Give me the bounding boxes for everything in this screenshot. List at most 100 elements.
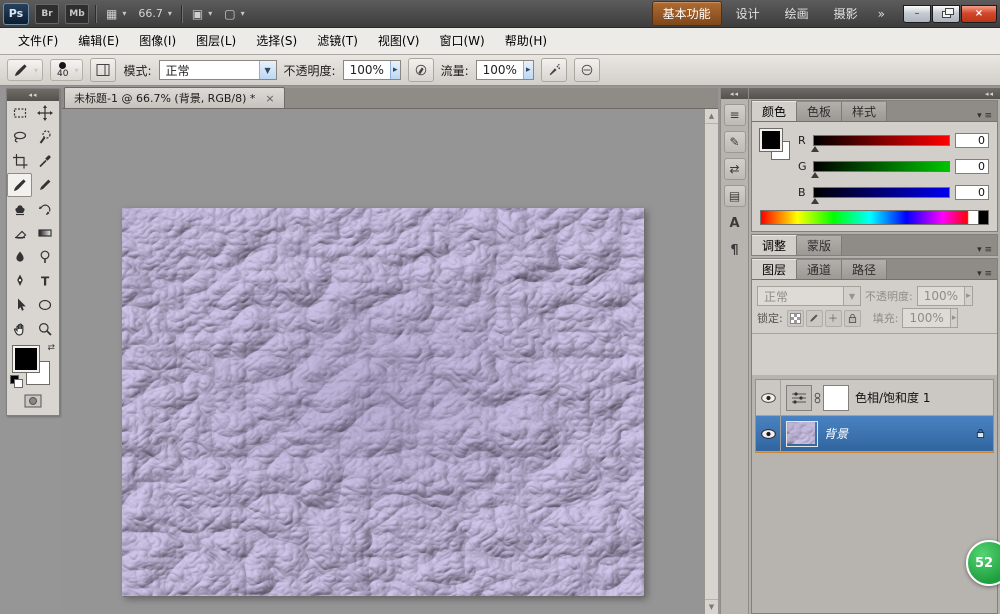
brush-preset-picker[interactable]: 40 — [50, 59, 83, 81]
adjustment-layer-thumbnail[interactable] — [786, 385, 812, 411]
clone-stamp-tool[interactable] — [7, 197, 32, 221]
layer-opacity-input[interactable]: 100% ▸ — [917, 286, 973, 306]
type-tool[interactable]: T — [32, 269, 57, 293]
panel-menu-icon[interactable] — [972, 111, 997, 121]
ellipse-shape-tool[interactable] — [32, 293, 57, 317]
eyedropper-tool[interactable] — [32, 149, 57, 173]
green-value-input[interactable]: 0 — [955, 159, 989, 174]
workspace-essentials-button[interactable]: 基本功能 — [652, 1, 722, 26]
history-brush-tool[interactable] — [32, 197, 57, 221]
paragraph-panel-icon[interactable]: ¶ — [724, 239, 746, 261]
vertical-scrollbar[interactable]: ▲ ▼ — [704, 109, 718, 614]
panel-menu-icon[interactable] — [972, 269, 997, 279]
zoom-level-control[interactable]: 66.7 — [135, 5, 175, 22]
lock-transparency-button[interactable] — [787, 310, 804, 327]
menu-file[interactable]: 文件(F) — [8, 28, 68, 54]
workspace-painting-button[interactable]: 绘画 — [774, 1, 820, 26]
menu-select[interactable]: 选择(S) — [246, 28, 307, 54]
tab-styles[interactable]: 样式 — [842, 102, 887, 121]
blur-tool[interactable] — [7, 245, 32, 269]
layer-blend-mode-select[interactable]: 正常 ▼ — [757, 286, 861, 306]
hand-tool[interactable] — [7, 317, 32, 341]
lasso-tool[interactable] — [7, 125, 32, 149]
launch-bridge-button[interactable]: Br — [35, 4, 59, 24]
layer-name[interactable]: 背景 — [824, 425, 848, 442]
foreground-color-swatch[interactable] — [13, 346, 39, 372]
tools-collapse-button[interactable]: ◂◂ — [7, 89, 59, 101]
dock-collapse-button[interactable]: ◂◂ — [721, 88, 748, 99]
workspace-overflow-button[interactable]: » — [872, 7, 891, 21]
eraser-tool[interactable] — [7, 221, 32, 245]
red-slider[interactable] — [813, 135, 950, 146]
layer-name[interactable]: 色相/饱和度 1 — [855, 389, 931, 406]
layer-row-background[interactable]: 背景 — [756, 416, 993, 452]
document-tab[interactable]: 未标题-1 @ 66.7% (背景, RGB/8) * × — [64, 87, 285, 108]
scroll-up-icon[interactable]: ▲ — [705, 109, 718, 124]
tab-channels[interactable]: 通道 — [797, 260, 842, 279]
canvas-image[interactable] — [122, 208, 644, 596]
tab-swatches[interactable]: 色板 — [797, 102, 842, 121]
quick-mask-button[interactable] — [22, 393, 44, 409]
clone-source-panel-icon[interactable]: ⇄ — [724, 158, 746, 180]
red-value-input[interactable]: 0 — [955, 133, 989, 148]
zoom-tool[interactable] — [32, 317, 57, 341]
color-spectrum-ramp[interactable] — [760, 210, 989, 225]
tab-close-icon[interactable]: × — [265, 93, 274, 104]
brush-panel-icon[interactable]: ✎ — [724, 131, 746, 153]
move-tool[interactable] — [32, 101, 57, 125]
info-panel-icon[interactable]: ▤ — [724, 185, 746, 207]
arrange-documents-button[interactable]: ▣ — [189, 6, 215, 22]
green-slider[interactable] — [813, 161, 950, 172]
rectangular-marquee-tool[interactable] — [7, 101, 32, 125]
layer-mask-thumbnail[interactable] — [823, 385, 849, 411]
gradient-tool[interactable] — [32, 221, 57, 245]
restore-button[interactable] — [932, 5, 960, 23]
tab-masks[interactable]: 蒙版 — [797, 236, 842, 255]
layer-thumbnail[interactable] — [786, 421, 818, 447]
panels-collapse-button[interactable]: ◂◂ — [749, 88, 1000, 99]
layer-fill-input[interactable]: 100% ▸ — [902, 308, 958, 328]
tool-preset-picker[interactable] — [7, 59, 43, 81]
menu-view[interactable]: 视图(V) — [368, 28, 430, 54]
tab-adjustments[interactable]: 调整 — [752, 235, 797, 255]
layer-row-adjustment[interactable]: 色相/饱和度 1 — [756, 380, 993, 416]
crop-tool[interactable] — [7, 149, 32, 173]
menu-layer[interactable]: 图层(L) — [186, 28, 246, 54]
workspace-design-button[interactable]: 设计 — [725, 1, 771, 26]
view-extras-button[interactable]: ▦ — [103, 6, 129, 22]
healing-brush-tool[interactable] — [32, 173, 57, 197]
minimize-button[interactable]: – — [903, 5, 931, 23]
foreground-color-swatch[interactable] — [760, 129, 782, 151]
toggle-brush-panel-button[interactable] — [90, 58, 116, 82]
visibility-toggle[interactable] — [756, 416, 781, 451]
opacity-input[interactable]: 100% ▸ — [343, 60, 401, 80]
canvas-pasteboard[interactable] — [62, 109, 704, 614]
quick-selection-tool[interactable] — [32, 125, 57, 149]
scroll-down-icon[interactable]: ▼ — [705, 599, 718, 614]
green-slider-handle[interactable] — [811, 172, 819, 178]
default-colors-icon[interactable] — [10, 375, 22, 387]
dodge-tool[interactable] — [32, 245, 57, 269]
lock-position-button[interactable] — [825, 310, 842, 327]
lock-all-button[interactable] — [844, 310, 861, 327]
character-panel-icon[interactable]: A — [724, 212, 746, 234]
red-slider-handle[interactable] — [811, 146, 819, 152]
pen-tool[interactable] — [7, 269, 32, 293]
panel-menu-icon[interactable] — [972, 245, 997, 255]
tab-layers[interactable]: 图层 — [752, 259, 797, 279]
menu-help[interactable]: 帮助(H) — [495, 28, 557, 54]
blend-mode-select[interactable]: 正常 ▼ — [159, 60, 277, 80]
tab-color[interactable]: 颜色 — [752, 101, 797, 121]
workspace-photography-button[interactable]: 摄影 — [823, 1, 869, 26]
tablet-pressure-opacity-button[interactable] — [408, 58, 434, 82]
airbrush-toggle-button[interactable] — [541, 58, 567, 82]
swap-colors-icon[interactable]: ⇄ — [47, 344, 55, 353]
visibility-toggle[interactable] — [756, 380, 781, 415]
close-button[interactable]: × — [961, 5, 997, 23]
blue-slider-handle[interactable] — [811, 198, 819, 204]
blue-value-input[interactable]: 0 — [955, 185, 989, 200]
menu-filter[interactable]: 滤镜(T) — [307, 28, 368, 54]
brush-tool[interactable] — [7, 173, 32, 197]
tablet-pressure-size-button[interactable] — [574, 58, 600, 82]
flow-input[interactable]: 100% ▸ — [476, 60, 534, 80]
